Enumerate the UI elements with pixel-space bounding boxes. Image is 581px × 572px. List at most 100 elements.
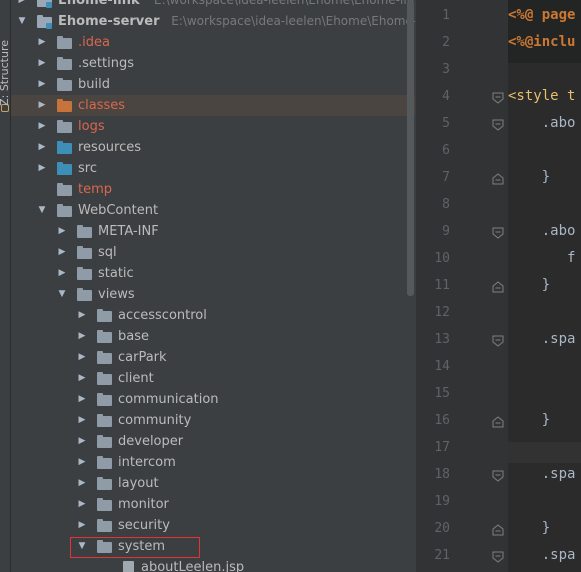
tree-item-label: aboutLeelen.jsp: [141, 560, 245, 572]
tree-row-temp[interactable]: temp: [11, 179, 415, 200]
tree-row-aboutleelen-jsp[interactable]: aboutLeelen.jsp: [11, 557, 415, 572]
folder-icon: [57, 57, 72, 70]
expand-arrow-icon[interactable]: ▶: [37, 53, 47, 74]
project-tree[interactable]: ▶ Ehome-link E:\workspace\idea-leelen\Ehom…: [11, 0, 415, 572]
expand-arrow-icon[interactable]: ▶: [37, 32, 47, 53]
tree-row-ehome-server[interactable]: ▼ Ehome-server E:\workspace\idea-leelen\Eh…: [11, 11, 415, 32]
code-line: .abo: [508, 223, 576, 239]
expand-arrow-icon[interactable]: ▶: [77, 473, 87, 494]
folder-icon: [77, 225, 92, 238]
expand-arrow-icon[interactable]: ▶: [77, 431, 87, 452]
tree-row-accesscontrol[interactable]: ▶ accesscontrol: [11, 305, 415, 326]
current-line-highlight: [508, 442, 581, 463]
expand-arrow-icon[interactable]: ▶: [37, 158, 47, 179]
folder-icon: [97, 519, 112, 532]
fold-open-icon[interactable]: [492, 227, 504, 239]
tree-row-classes[interactable]: ▶ classes: [11, 95, 415, 116]
fold-open-icon[interactable]: [492, 551, 504, 563]
tree-row-intercom[interactable]: ▶ intercom: [11, 452, 415, 473]
tree-item-label: community: [118, 413, 192, 428]
tree-item-label: sql: [98, 245, 117, 260]
tree-row-security[interactable]: ▶ security: [11, 515, 415, 536]
tree-row-ehome-link[interactable]: ▶ Ehome-link E:\workspace\idea-leelen\Ehom…: [11, 0, 415, 11]
fold-open-icon[interactable]: [492, 92, 504, 104]
fold-close-icon[interactable]: [492, 281, 504, 293]
fold-open-icon[interactable]: [492, 119, 504, 131]
expand-arrow-icon[interactable]: ▶: [37, 95, 47, 116]
code-line: <%@inclu: [508, 34, 576, 50]
tree-item-label: Ehome-link: [58, 0, 140, 8]
structure-tab[interactable]: Z: Structure: [0, 40, 11, 106]
fold-close-icon[interactable]: [492, 524, 504, 536]
tree-row-src[interactable]: ▶ src: [11, 158, 415, 179]
line-number: 8: [442, 197, 450, 212]
line-number: 7: [442, 170, 450, 185]
tree-row-client[interactable]: ▶ client: [11, 368, 415, 389]
fold-close-icon[interactable]: [492, 173, 504, 185]
folder-icon: [57, 36, 72, 49]
folder-icon: [97, 372, 112, 385]
tree-item-label: static: [98, 266, 134, 281]
folder-icon: [97, 414, 112, 427]
expand-arrow-icon[interactable]: ▶: [57, 221, 67, 242]
collapse-arrow-icon[interactable]: ▼: [37, 200, 47, 221]
tree-row-views[interactable]: ▼ views: [11, 284, 415, 305]
tree-row-logs[interactable]: ▶ logs: [11, 116, 415, 137]
expand-arrow-icon[interactable]: ▶: [37, 116, 47, 137]
expand-arrow-icon[interactable]: ▶: [77, 410, 87, 431]
tree-row-idea[interactable]: ▶ .idea: [11, 32, 415, 53]
jsp-file-icon: [123, 561, 134, 572]
expand-arrow-icon[interactable]: ▶: [77, 515, 87, 536]
tree-item-label: base: [118, 329, 149, 344]
fold-open-icon[interactable]: [492, 470, 504, 482]
line-number: 2: [442, 35, 450, 50]
fold-open-icon[interactable]: [492, 335, 504, 347]
expand-arrow-icon[interactable]: ▶: [77, 389, 87, 410]
tree-row-meta-inf[interactable]: ▶ META-INF: [11, 221, 415, 242]
line-number: 18: [434, 467, 450, 482]
folder-icon: [97, 351, 112, 364]
collapse-arrow-icon[interactable]: ▼: [57, 284, 67, 305]
expand-arrow-icon[interactable]: ▶: [77, 494, 87, 515]
tree-row-webcontent[interactable]: ▼ WebContent: [11, 200, 415, 221]
tree-row-build[interactable]: ▶ build: [11, 74, 415, 95]
expand-arrow-icon[interactable]: ▶: [37, 74, 47, 95]
tree-row-developer[interactable]: ▶ developer: [11, 431, 415, 452]
folder-icon: [77, 246, 92, 259]
tree-row-monitor[interactable]: ▶ monitor: [11, 494, 415, 515]
expand-arrow-icon[interactable]: ▶: [17, 0, 27, 11]
expand-arrow-icon[interactable]: ▶: [77, 326, 87, 347]
expand-arrow-icon[interactable]: ▶: [77, 347, 87, 368]
expand-arrow-icon[interactable]: ▶: [77, 368, 87, 389]
tree-row-community[interactable]: ▶ community: [11, 410, 415, 431]
fold-close-icon[interactable]: [492, 416, 504, 428]
tree-scrollbar[interactable]: [407, 0, 414, 296]
code-line: }: [508, 277, 551, 293]
line-number: 20: [434, 521, 450, 536]
code-editor[interactable]: 1 <%@ page 2 <%@inclu 3 4 <style t 5 .abo 6 7 } 8 9…: [416, 0, 581, 572]
tree-item-label: carPark: [118, 350, 167, 365]
tree-row-carpark[interactable]: ▶ carPark: [11, 347, 415, 368]
tree-item-label: .idea: [78, 35, 110, 50]
tree-row-static[interactable]: ▶ static: [11, 263, 415, 284]
collapse-arrow-icon[interactable]: ▼: [17, 11, 27, 32]
folder-icon: [77, 288, 92, 301]
tree-row-settings[interactable]: ▶ .settings: [11, 53, 415, 74]
tree-item-label: WebContent: [78, 203, 159, 218]
code-line: .spa: [508, 547, 576, 563]
tree-item-label: logs: [78, 119, 105, 134]
line-number: 5: [442, 116, 450, 131]
tree-row-sql[interactable]: ▶ sql: [11, 242, 415, 263]
expand-arrow-icon[interactable]: ▶: [57, 242, 67, 263]
tree-row-layout[interactable]: ▶ layout: [11, 473, 415, 494]
expand-arrow-icon[interactable]: ▶: [77, 452, 87, 473]
tree-row-resources[interactable]: ▶ resources: [11, 137, 415, 158]
tree-row-base[interactable]: ▶ base: [11, 326, 415, 347]
tree-row-communication[interactable]: ▶ communication: [11, 389, 415, 410]
code-line: .spa: [508, 466, 576, 482]
expand-arrow-icon[interactable]: ▶: [77, 305, 87, 326]
folder-icon: [77, 267, 92, 280]
expand-arrow-icon[interactable]: ▶: [57, 263, 67, 284]
expand-arrow-icon[interactable]: ▶: [37, 137, 47, 158]
tree-item-label: accesscontrol: [118, 308, 207, 323]
